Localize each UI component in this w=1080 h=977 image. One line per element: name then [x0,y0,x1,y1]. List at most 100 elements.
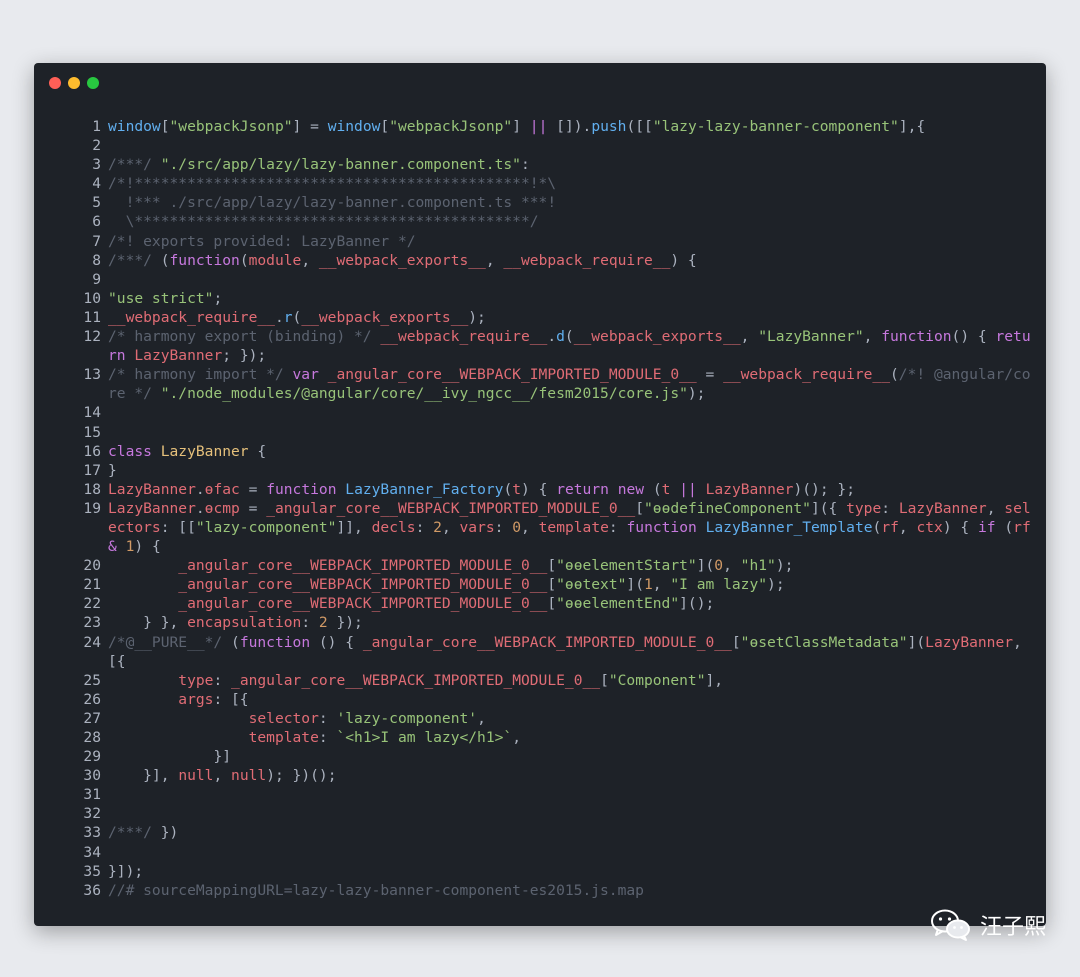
code-token: type [846,499,882,517]
line-number: 20 [83,557,101,575]
line-number: 31 [83,786,101,804]
line-number: 18 [83,480,101,498]
line-text: /***/ (function(module, __webpack_export… [108,251,1034,270]
line-number: 22 [83,595,101,613]
code-token: class [108,442,152,460]
code-token: type [178,671,214,689]
code-token: push [591,118,627,135]
code-token: . [195,499,205,517]
code-token: ([[ [626,118,653,135]
code-token: 2 [318,614,328,632]
code-line: 17} [34,461,1034,480]
code-token: `<h1>I am lazy</h1>` [336,729,513,746]
code-line: 22 _angular_core__WEBPACK_IMPORTED_MODUL… [34,594,1034,613]
code-token: ɵfac [204,480,240,498]
code-token: LazyBanner [705,480,794,498]
code-token: 2 [433,518,442,536]
code-token: , [485,251,504,269]
line-number: 2 [92,137,101,155]
line-text: }], null, null); })(); [108,766,1034,785]
line-number: 1 [92,118,101,135]
code-token: "./node_modules/@angular/core/__ivy_ngcc… [160,385,688,403]
line-number: 21 [83,576,101,594]
code-token: "ɵɵdefineComponent" [644,499,811,517]
line-text: /*!*************************************… [108,174,1034,193]
code-token: function [239,633,311,651]
code-line: 28 template: `<h1>I am lazy</h1>`, [34,728,1034,747]
code-line: 35}]); [34,862,1034,881]
code-token: //# sourceMappingURL=lazy-lazy-banner-co… [108,881,644,899]
code-token: ]({ [810,499,847,517]
line-number: 9 [92,270,101,288]
code-token: "I am lazy" [670,576,768,594]
code-token: rf [1013,518,1031,536]
code-line: 18 LazyBanner.ɵfac = function LazyBanner_… [34,480,1034,499]
line-text: !*** ./src/app/lazy/lazy-banner.componen… [108,193,1034,212]
code-token: "webpackJsonp" [169,118,293,135]
code-token: return [556,480,609,498]
line-number: 33 [83,824,101,842]
code-token: ); [767,576,785,594]
code-token: "lazy-lazy-banner-component" [652,118,899,135]
code-token: "Component" [608,671,706,689]
code-token: [ [547,557,557,575]
close-button[interactable] [49,77,61,89]
code-token: ɵcmp [204,499,240,517]
line-number: 36 [83,881,101,899]
line-number: 29 [83,748,101,766]
code-token: template [248,729,319,746]
line-text: } [108,461,1034,480]
code-token: , [301,251,319,269]
code-token: LazyBanner [925,633,1014,651]
code-token: null [231,767,267,785]
code-token: : [881,499,899,517]
code-token: ( [231,633,240,651]
code-line: 13 /* harmony import */ var _angular_core… [34,365,1034,403]
code-line: 26 args: [{ [34,690,1034,709]
code-token: window [108,118,161,135]
code-token: [ [635,499,645,517]
code-token: : [[ [160,518,196,536]
line-text: \***************************************… [108,212,1034,231]
line-number: 12 [83,328,101,346]
code-token: , [213,767,232,785]
code-token: [ [380,118,390,135]
line-number: 8 [92,251,101,269]
code-token: . [195,480,205,498]
line-text: /***/ "./src/app/lazy/lazy-banner.compon… [108,155,1034,174]
maximize-button[interactable] [87,77,99,89]
minimize-button[interactable] [68,77,80,89]
line-number: 11 [83,308,101,326]
line-number: 32 [83,805,101,823]
code-token: ( [995,518,1014,536]
line-text: //# sourceMappingURL=lazy-lazy-banner-co… [108,881,1034,900]
code-line: 34 [34,843,1034,862]
code-token: = [239,499,267,517]
code-token: ( [239,251,249,269]
code-token: null [178,767,214,785]
code-line: 24 /*@__PURE__*/ (function () { _angular_… [34,633,1034,671]
code-token: /***/ [108,156,161,174]
code-token: , [723,557,741,575]
code-token: ); [468,308,486,326]
line-text: _angular_core__WEBPACK_IMPORTED_MODULE_0… [108,575,1034,594]
code-token: . [547,328,557,346]
code-token: ( [503,480,513,498]
code-token: "lazy-component" [195,518,337,536]
code-line: 33 /***/ }) [34,823,1034,842]
line-text [108,785,1034,804]
code-token: ( [160,251,170,269]
code-token: : [301,614,319,632]
code-token: : [494,518,513,536]
code-token: || [529,118,548,135]
code-token: if [978,518,996,536]
code-token: /* harmony export (binding) */ [108,328,381,346]
code-token: ; }); [222,347,267,365]
code-token: /***/ [108,251,161,269]
code-token: [ [600,671,609,689]
